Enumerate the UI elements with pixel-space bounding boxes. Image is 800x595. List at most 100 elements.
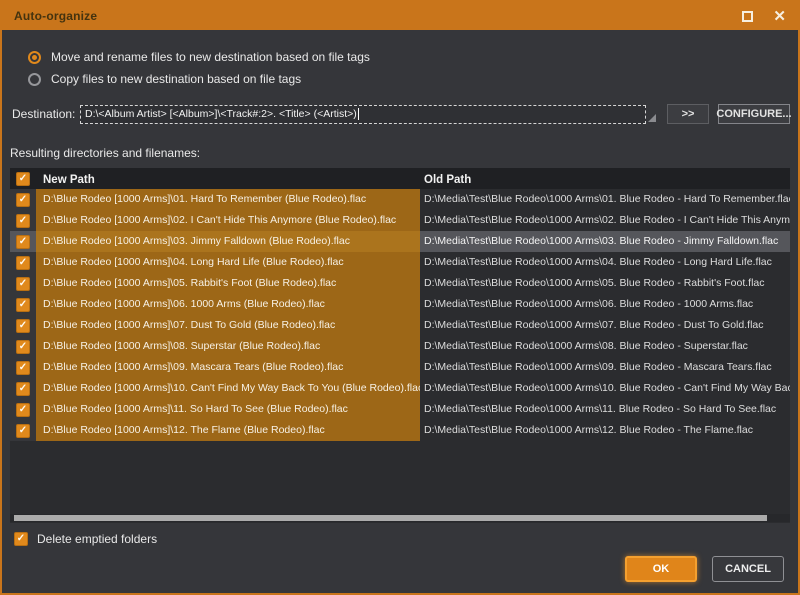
row-checkbox[interactable]: ✓ <box>16 214 30 228</box>
new-path-cell[interactable]: D:\Blue Rodeo [1000 Arms]\02. I Can't Hi… <box>36 210 420 231</box>
destination-input[interactable]: D:\<Album Artist> [<Album>]\<Track#:2>. … <box>80 105 646 124</box>
row-checkbox-cell[interactable]: ✓ <box>10 399 36 420</box>
row-checkbox-cell[interactable]: ✓ <box>10 294 36 315</box>
row-checkbox[interactable]: ✓ <box>16 193 30 207</box>
select-all-checkbox[interactable]: ✓ <box>16 172 30 186</box>
radio-icon[interactable] <box>28 73 41 86</box>
table-row[interactable]: ✓ D:\Blue Rodeo [1000 Arms]\12. The Flam… <box>10 420 790 441</box>
check-icon: ✓ <box>19 195 27 205</box>
delete-emptied-label[interactable]: Delete emptied folders <box>37 532 157 546</box>
radio-icon[interactable] <box>28 51 41 64</box>
delete-emptied-row: ✓ Delete emptied folders <box>14 530 790 548</box>
horizontal-scrollbar[interactable] <box>10 514 790 522</box>
old-path-cell[interactable]: D:\Media\Test\Blue Rodeo\1000 Arms\09. B… <box>420 357 790 378</box>
maximize-button[interactable] <box>742 11 753 22</box>
cancel-button[interactable]: CANCEL <box>712 556 784 582</box>
table-row[interactable]: ✓ D:\Blue Rodeo [1000 Arms]\11. So Hard … <box>10 399 790 420</box>
row-checkbox[interactable]: ✓ <box>16 319 30 333</box>
old-path-cell[interactable]: D:\Media\Test\Blue Rodeo\1000 Arms\05. B… <box>420 273 790 294</box>
new-path-cell[interactable]: D:\Blue Rodeo [1000 Arms]\01. Hard To Re… <box>36 189 420 210</box>
new-path-cell[interactable]: D:\Blue Rodeo [1000 Arms]\07. Dust To Go… <box>36 315 420 336</box>
row-checkbox[interactable]: ✓ <box>16 340 30 354</box>
old-path-cell[interactable]: D:\Media\Test\Blue Rodeo\1000 Arms\12. B… <box>420 420 790 441</box>
delete-emptied-checkbox[interactable]: ✓ <box>14 532 28 546</box>
destination-value: D:\<Album Artist> [<Album>]\<Track#:2>. … <box>85 108 357 120</box>
table-row[interactable]: ✓ D:\Blue Rodeo [1000 Arms]\02. I Can't … <box>10 210 790 231</box>
row-checkbox[interactable]: ✓ <box>16 382 30 396</box>
row-checkbox[interactable]: ✓ <box>16 424 30 438</box>
row-checkbox-cell[interactable]: ✓ <box>10 420 36 441</box>
table-row[interactable]: ✓ D:\Blue Rodeo [1000 Arms]\09. Mascara … <box>10 357 790 378</box>
table-row[interactable]: ✓ D:\Blue Rodeo [1000 Arms]\01. Hard To … <box>10 189 790 210</box>
new-path-cell[interactable]: D:\Blue Rodeo [1000 Arms]\11. So Hard To… <box>36 399 420 420</box>
radio-option-copy[interactable]: Copy files to new destination based on f… <box>28 68 790 90</box>
resize-grip-icon[interactable] <box>648 114 656 122</box>
table-row[interactable]: ✓ D:\Blue Rodeo [1000 Arms]\04. Long Har… <box>10 252 790 273</box>
old-path-cell[interactable]: D:\Media\Test\Blue Rodeo\1000 Arms\04. B… <box>420 252 790 273</box>
check-icon: ✓ <box>19 363 27 373</box>
check-icon: ✓ <box>19 279 27 289</box>
maximize-icon <box>742 11 753 22</box>
old-path-cell[interactable]: D:\Media\Test\Blue Rodeo\1000 Arms\08. B… <box>420 336 790 357</box>
new-path-cell[interactable]: D:\Blue Rodeo [1000 Arms]\03. Jimmy Fall… <box>36 231 420 252</box>
row-checkbox-cell[interactable]: ✓ <box>10 189 36 210</box>
old-path-cell[interactable]: D:\Media\Test\Blue Rodeo\1000 Arms\10. B… <box>420 378 790 399</box>
close-button[interactable]: ✕ <box>773 9 786 24</box>
table-row[interactable]: ✓ D:\Blue Rodeo [1000 Arms]\08. Supersta… <box>10 336 790 357</box>
configure-button[interactable]: CONFIGURE... <box>718 104 790 124</box>
check-icon: ✓ <box>19 426 27 436</box>
old-path-cell[interactable]: D:\Media\Test\Blue Rodeo\1000 Arms\11. B… <box>420 399 790 420</box>
check-icon: ✓ <box>19 321 27 331</box>
auto-organize-dialog: Auto-organize ✕ Move and rename files to… <box>0 0 800 595</box>
row-checkbox-cell[interactable]: ✓ <box>10 378 36 399</box>
text-cursor <box>358 108 359 120</box>
expand-button[interactable]: >> <box>667 104 709 124</box>
row-checkbox[interactable]: ✓ <box>16 298 30 312</box>
row-checkbox-cell[interactable]: ✓ <box>10 336 36 357</box>
table-row[interactable]: ✓ D:\Blue Rodeo [1000 Arms]\07. Dust To … <box>10 315 790 336</box>
row-checkbox[interactable]: ✓ <box>16 256 30 270</box>
table-row[interactable]: ✓ D:\Blue Rodeo [1000 Arms]\10. Can't Fi… <box>10 378 790 399</box>
row-checkbox-cell[interactable]: ✓ <box>10 252 36 273</box>
check-icon: ✓ <box>19 237 27 247</box>
new-path-cell[interactable]: D:\Blue Rodeo [1000 Arms]\05. Rabbit's F… <box>36 273 420 294</box>
row-checkbox-cell[interactable]: ✓ <box>10 273 36 294</box>
header-old-path[interactable]: Old Path <box>420 170 790 188</box>
new-path-cell[interactable]: D:\Blue Rodeo [1000 Arms]\10. Can't Find… <box>36 378 420 399</box>
old-path-cell[interactable]: D:\Media\Test\Blue Rodeo\1000 Arms\01. B… <box>420 189 790 210</box>
new-path-cell[interactable]: D:\Blue Rodeo [1000 Arms]\09. Mascara Te… <box>36 357 420 378</box>
row-checkbox[interactable]: ✓ <box>16 235 30 249</box>
table-row[interactable]: ✓ D:\Blue Rodeo [1000 Arms]\05. Rabbit's… <box>10 273 790 294</box>
row-checkbox[interactable]: ✓ <box>16 277 30 291</box>
table-row[interactable]: ✓ D:\Blue Rodeo [1000 Arms]\03. Jimmy Fa… <box>10 231 790 252</box>
header-new-path[interactable]: New Path <box>36 170 420 188</box>
row-checkbox[interactable]: ✓ <box>16 403 30 417</box>
header-checkbox-cell[interactable]: ✓ <box>10 172 36 186</box>
radio-option-move[interactable]: Move and rename files to new destination… <box>28 46 790 68</box>
table-row[interactable]: ✓ D:\Blue Rodeo [1000 Arms]\06. 1000 Arm… <box>10 294 790 315</box>
check-icon: ✓ <box>19 342 27 352</box>
new-path-cell[interactable]: D:\Blue Rodeo [1000 Arms]\12. The Flame … <box>36 420 420 441</box>
row-checkbox-cell[interactable]: ✓ <box>10 315 36 336</box>
new-path-cell[interactable]: D:\Blue Rodeo [1000 Arms]\08. Superstar … <box>36 336 420 357</box>
footer-buttons: OK CANCEL <box>10 548 790 593</box>
row-checkbox[interactable]: ✓ <box>16 361 30 375</box>
check-icon: ✓ <box>17 534 25 544</box>
row-checkbox-cell[interactable]: ✓ <box>10 357 36 378</box>
row-checkbox-cell[interactable]: ✓ <box>10 231 36 252</box>
close-icon: ✕ <box>773 9 786 24</box>
titlebar[interactable]: Auto-organize ✕ <box>2 2 798 30</box>
scrollbar-thumb[interactable] <box>14 515 767 521</box>
old-path-cell[interactable]: D:\Media\Test\Blue Rodeo\1000 Arms\02. B… <box>420 210 790 231</box>
new-path-cell[interactable]: D:\Blue Rodeo [1000 Arms]\06. 1000 Arms … <box>36 294 420 315</box>
old-path-cell[interactable]: D:\Media\Test\Blue Rodeo\1000 Arms\03. B… <box>420 231 790 252</box>
mode-options: Move and rename files to new destination… <box>28 46 790 90</box>
check-icon: ✓ <box>19 300 27 310</box>
old-path-cell[interactable]: D:\Media\Test\Blue Rodeo\1000 Arms\07. B… <box>420 315 790 336</box>
row-checkbox-cell[interactable]: ✓ <box>10 210 36 231</box>
new-path-cell[interactable]: D:\Blue Rodeo [1000 Arms]\04. Long Hard … <box>36 252 420 273</box>
destination-label: Destination: <box>12 107 80 121</box>
ok-button[interactable]: OK <box>625 556 697 582</box>
dialog-content: Move and rename files to new destination… <box>2 30 798 593</box>
old-path-cell[interactable]: D:\Media\Test\Blue Rodeo\1000 Arms\06. B… <box>420 294 790 315</box>
